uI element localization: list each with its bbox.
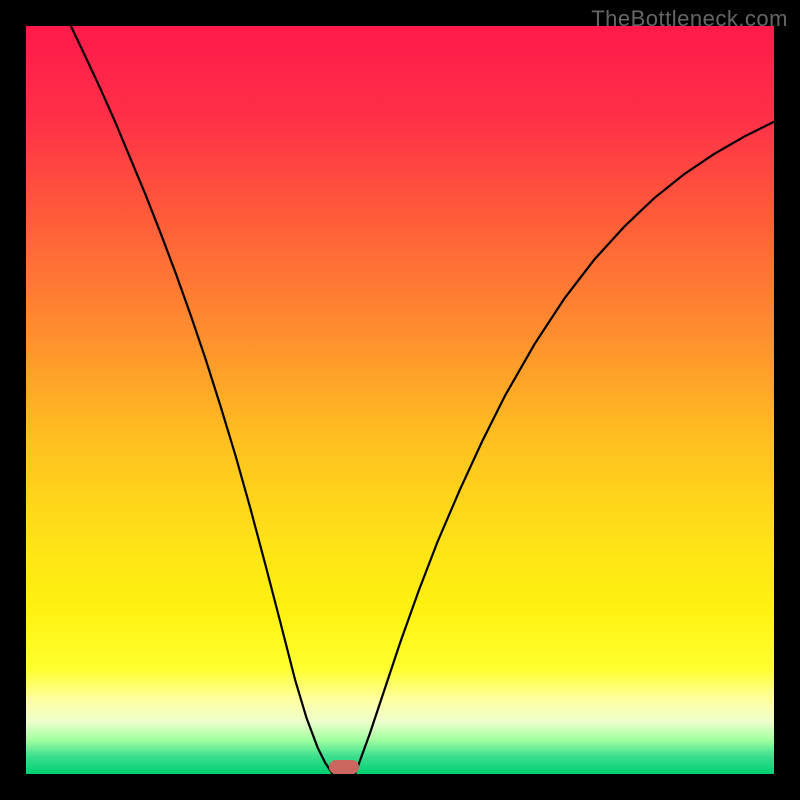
plot-area	[26, 26, 774, 774]
curve-right-branch	[355, 122, 774, 774]
watermark-text: TheBottleneck.com	[591, 6, 788, 32]
minimum-marker	[329, 760, 359, 774]
curve-left-branch	[71, 26, 333, 774]
bottleneck-curve	[26, 26, 774, 774]
